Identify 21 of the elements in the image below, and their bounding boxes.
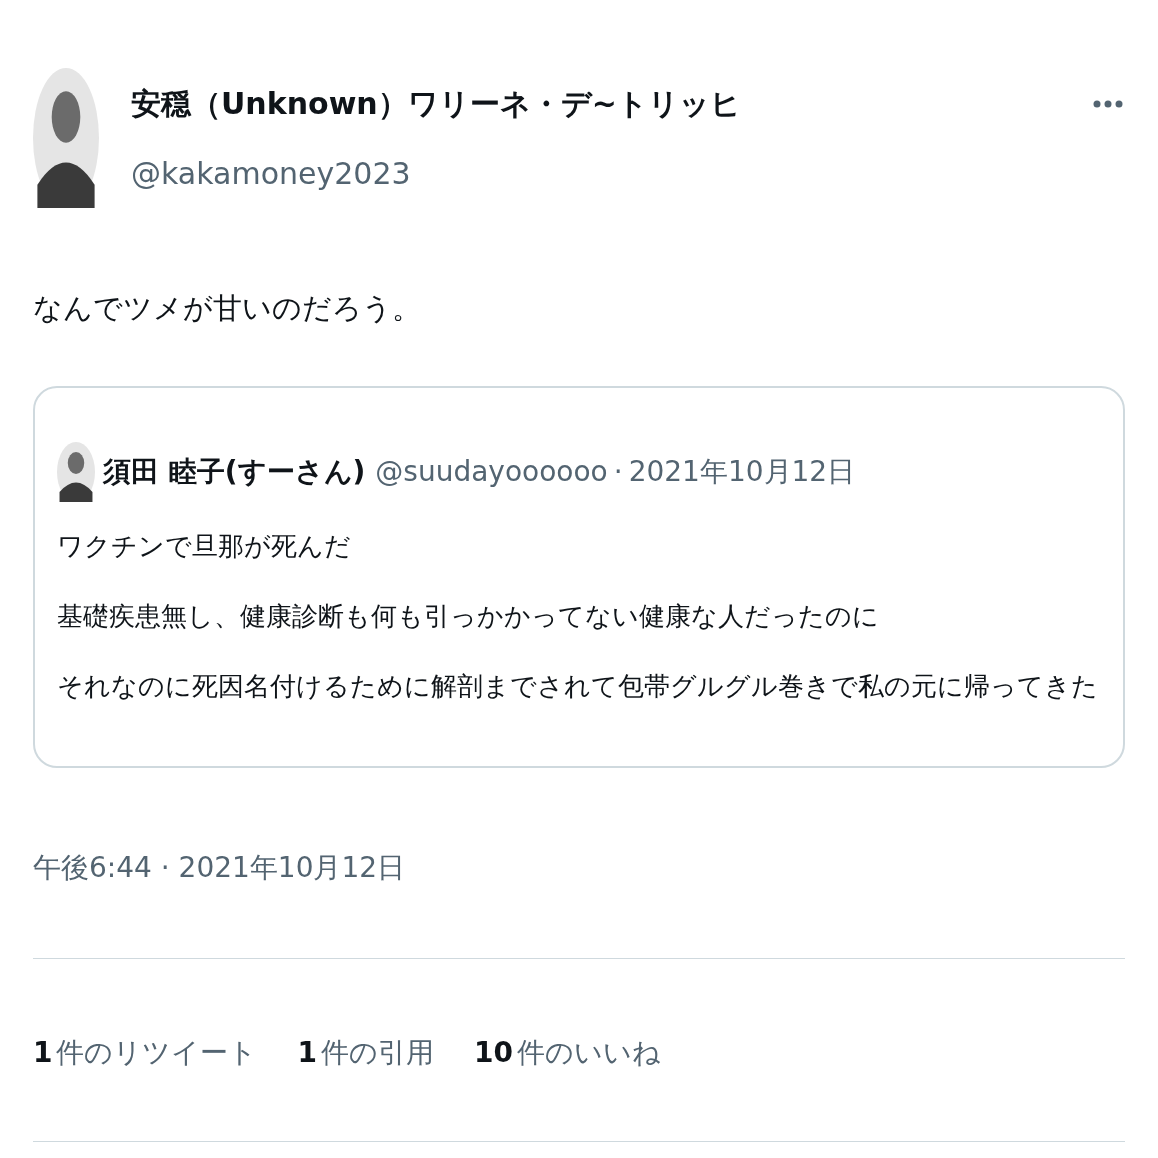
quote-text-line: それなのに死因名付けるために解剖までされて包帯グルグル巻きで私の元に帰ってきた [57, 670, 1099, 703]
avatar-icon [57, 442, 95, 502]
quote-text-line: ワクチンで旦那が死んだ [57, 530, 352, 563]
tweet-timestamp[interactable]: 午後6:44 · 2021年10月12日 [33, 846, 1125, 890]
stat-count[interactable]: 1 [297, 1031, 317, 1075]
tweet-text: なんでツメが甘いのだろう。 [33, 290, 422, 327]
quote-author-handle: @suudayoooooo [375, 454, 608, 490]
stat-label[interactable]: 件の引用 [320, 1031, 434, 1075]
quote-card[interactable]: 須田 睦子(すーさん) @suudayoooooo · 2021年10月12日 ワクチンで旦那が死んだ 基礎疾患無し、健康診断も何も引っかかってない健康な人だったのに それなのに死因名付けるために解剖までされて包帯グルグル巻きで私の元に帰ってきた [33, 386, 1125, 768]
more-icon[interactable] [1093, 100, 1123, 108]
separator-dot: · [613, 454, 623, 490]
stat-count[interactable]: 1 [33, 1031, 53, 1075]
stat-label[interactable]: 件のリツイート [56, 1031, 258, 1075]
quote-text-line: 基礎疾患無し、健康診断も何も引っかかってない健康な人だったのに [57, 600, 880, 633]
author-handle[interactable]: @kakamoney2023 [131, 152, 741, 196]
stat-count[interactable]: 10 [473, 1031, 513, 1075]
author-name[interactable]: 安穏（Unknown）ワリーネ・デ~トリッヒ [131, 82, 741, 126]
avatar-icon [33, 68, 99, 208]
quote-date: 2021年10月12日 [628, 454, 856, 490]
stat-label[interactable]: 件のいいね [516, 1031, 661, 1075]
quote-author-name: 須田 睦子(すーさん) [103, 454, 366, 490]
